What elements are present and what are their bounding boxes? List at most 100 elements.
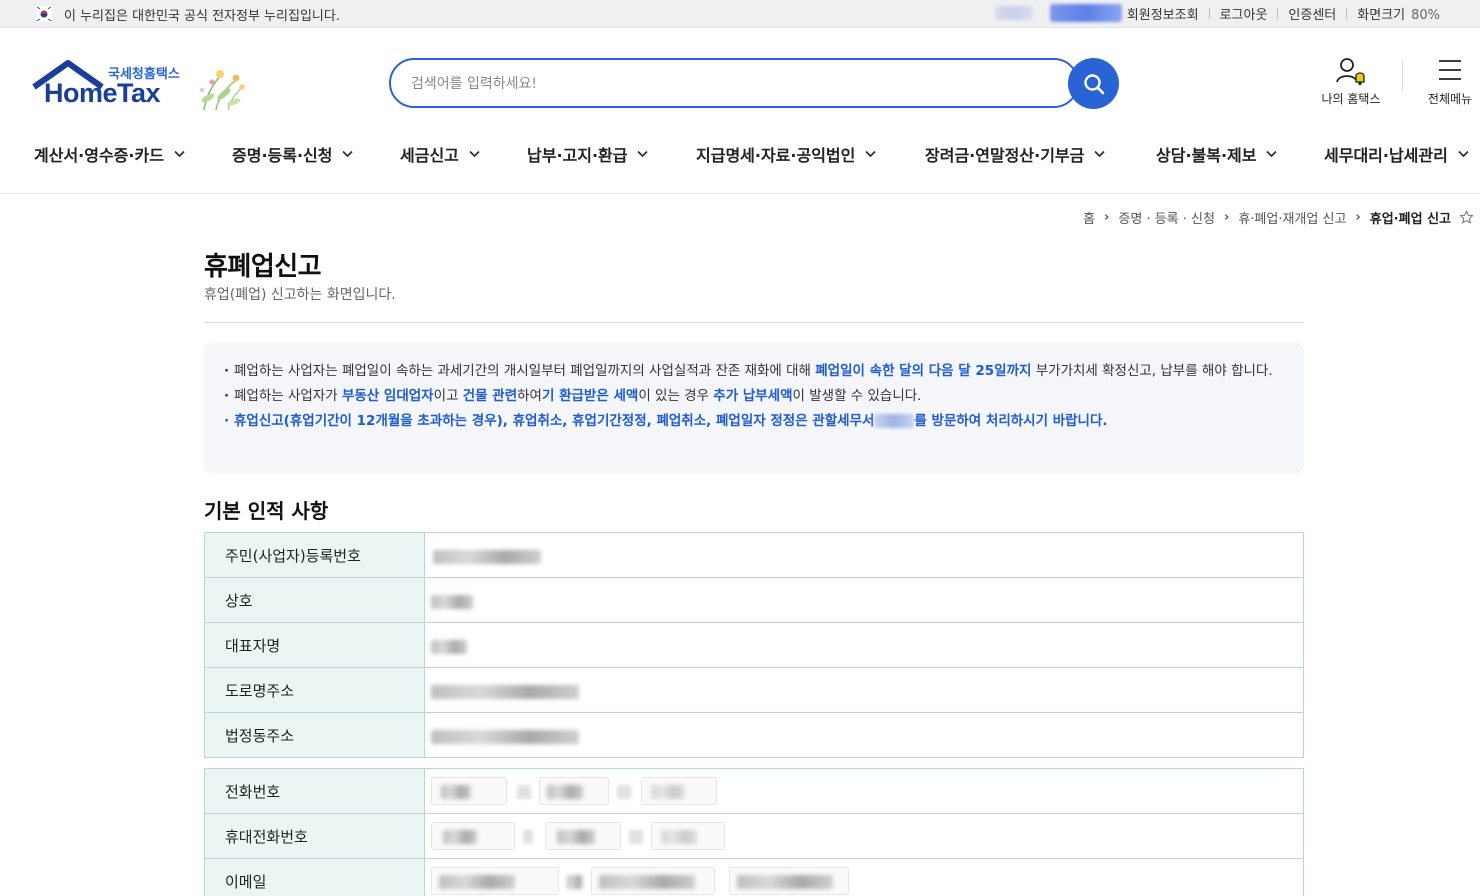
gnb-item-consulting[interactable]: 상담·불복·제보 [1156, 142, 1278, 166]
field-value [425, 623, 755, 667]
redacted-value [443, 830, 477, 844]
search-box [389, 58, 1079, 108]
gnb-item-label: 증명·등록·신청 [232, 146, 333, 165]
gnb-item-payment[interactable]: 납부·고지·환급 [527, 142, 649, 166]
chevron-down-icon [865, 150, 876, 158]
gnb-item-tax-filing[interactable]: 세금신고 [400, 142, 480, 166]
field-label: 이메일 [205, 859, 425, 896]
favorite-star-icon[interactable] [1459, 210, 1474, 225]
redacted-value [567, 875, 583, 889]
notice-text: 폐업하는 사업자가 [234, 388, 342, 404]
notice-item: 휴업신고(휴업기간이 12개월을 초과하는 경우), 휴업취소, 휴업기간정정,… [224, 411, 1284, 432]
form-row-road-address: 도로명주소 [205, 668, 1303, 713]
notice-item: 폐업하는 사업자는 폐업일이 속하는 과세기간의 개시일부터 폐업일까지의 사업… [224, 361, 1284, 382]
zoom-value: 80% [1411, 8, 1440, 23]
gnb-item-statements[interactable]: 지급명세·자료·공익법인 [696, 142, 876, 166]
field-value [425, 814, 735, 858]
chevron-down-icon [1266, 150, 1278, 158]
notice-highlight: 추가 납부세액 [713, 388, 793, 404]
notice-text: 휴업신고(휴업기간이 12개월을 초과하는 경우), 휴업취소, 휴업기간정정,… [234, 413, 875, 429]
gnb-item-receipts[interactable]: 계산서·영수증·카드 [34, 142, 185, 166]
page-title: 휴폐업신고 [204, 252, 322, 282]
divider [204, 322, 1304, 323]
notice-text: 이 발생할 수 있습니다. [792, 388, 922, 404]
gnb-item-label: 세금신고 [400, 146, 459, 165]
my-hometax-label: 나의 홈택스 [1321, 92, 1381, 106]
form-row-email: 이메일 [205, 859, 1303, 896]
gnb-item-label: 납부·고지·환급 [527, 146, 628, 165]
notice-highlight: 부동산 임대업자 [341, 388, 434, 404]
redacted-value [431, 640, 467, 654]
breadcrumb-certificates[interactable]: 증명 · 등록 · 신청 [1118, 208, 1215, 227]
chevron-down-icon [342, 150, 354, 158]
search-icon [1083, 73, 1104, 94]
gnb-item-label: 계산서·영수증·카드 [34, 146, 164, 165]
redacted-value [557, 830, 595, 844]
basic-info-table: 주민(사업자)등록번호 상호 대표자명 도로명주소 법정동주소 [204, 532, 1304, 758]
separator [629, 830, 643, 844]
redacted-value [431, 685, 579, 699]
search-input[interactable] [411, 72, 1011, 96]
my-hometax-button[interactable]: 나의 홈택스 [1316, 56, 1386, 107]
chevron-down-icon [469, 150, 480, 158]
redacted-value [441, 785, 471, 799]
notice-highlight: 건물 관련 [462, 388, 518, 404]
notice-text: 폐업하는 사업자는 폐업일이 속하는 과세기간의 개시일부터 폐업일까지의 사업… [234, 363, 816, 379]
cert-center-link[interactable]: 인증센터 [1278, 4, 1346, 23]
notice-text: 이고 [433, 388, 463, 404]
gnb-item-label: 장려금·연말정산·기부금 [925, 146, 1085, 165]
gnb-item-tax-agent[interactable]: 세무대리·납세관리 [1324, 142, 1469, 166]
form-row-registration-number: 주민(사업자)등록번호 [205, 533, 1303, 578]
redacted-value [431, 595, 473, 609]
gov-banner-text: 이 누리집은 대한민국 공식 전자정부 누리집입니다. [64, 9, 340, 24]
redacted-value [431, 730, 579, 744]
redacted-value [599, 875, 695, 889]
gnb-item-certificates[interactable]: 증명·등록·신청 [232, 142, 354, 166]
field-value [425, 769, 725, 813]
field-label: 휴대전화번호 [205, 814, 425, 858]
all-menu-label: 전체메뉴 [1427, 92, 1473, 106]
redacted-value [651, 785, 685, 799]
gnb-item-label: 상담·불복·제보 [1156, 146, 1257, 165]
redacted-value [433, 550, 541, 564]
utility-links: 회원정보조회 로그아웃 인증센터 화면크기 80% [1117, 4, 1450, 23]
gov-banner: 이 누리집은 대한민국 공식 전자정부 누리집입니다. 회원정보조회 로그아웃 … [0, 0, 1480, 28]
breadcrumb-home[interactable]: 홈 [1083, 208, 1095, 227]
chevron-down-icon [637, 150, 649, 158]
field-label: 전화번호 [205, 769, 425, 813]
notice-text: 이 있는 경우 [638, 388, 714, 404]
zoom-control[interactable]: 화면크기 80% [1347, 4, 1450, 23]
member-info-link[interactable]: 회원정보조회 [1117, 4, 1209, 23]
field-value [425, 859, 855, 896]
korea-flag-icon [36, 6, 52, 22]
chevron-right-icon: › [1355, 210, 1361, 225]
separator [517, 785, 531, 799]
hamburger-menu-icon [1439, 60, 1461, 80]
field-value [425, 578, 755, 622]
chevron-right-icon: › [1104, 210, 1110, 225]
redacted-user-info [995, 6, 1033, 20]
breadcrumb-closure-reopen[interactable]: 휴·폐업·재개업 신고 [1238, 208, 1346, 227]
field-label: 도로명주소 [205, 668, 425, 712]
redacted-value [661, 830, 697, 844]
section-title: 기본 인적 사항 [204, 499, 329, 523]
search-button[interactable] [1068, 58, 1119, 109]
all-menu-button[interactable]: 전체메뉴 [1420, 56, 1480, 107]
separator [617, 785, 631, 799]
separator [523, 830, 533, 844]
breadcrumb: 홈 › 증명 · 등록 · 신청 › 휴·폐업·재개업 신고 › 휴업·폐업 신… [1083, 208, 1474, 227]
hometax-logo[interactable]: 국세청홈택스 HomeTax [32, 58, 252, 114]
notice-text: 부가가치세 확정신고, 납부를 해야 합니다. [1031, 363, 1273, 379]
redacted-value [439, 875, 515, 889]
field-value [425, 668, 755, 712]
field-label: 상호 [205, 578, 425, 622]
flower-decoration-icon [199, 70, 245, 111]
notice-item: 폐업하는 사업자가 부동산 임대업자이고 건물 관련하여기 환급받은 세액이 있… [224, 386, 1284, 407]
logout-link[interactable]: 로그아웃 [1210, 4, 1278, 23]
breadcrumb-current: 휴업·폐업 신고 [1369, 212, 1451, 227]
redacted-user-name[interactable] [1050, 4, 1122, 22]
gnb-item-incentives[interactable]: 장려금·연말정산·기부금 [925, 142, 1105, 166]
chevron-down-icon [1458, 150, 1469, 158]
notice-highlight: 폐업일이 속한 달의 다음 달 25일까지 [815, 363, 1032, 379]
page-description: 휴업(폐업) 신고하는 화면입니다. [204, 287, 396, 303]
